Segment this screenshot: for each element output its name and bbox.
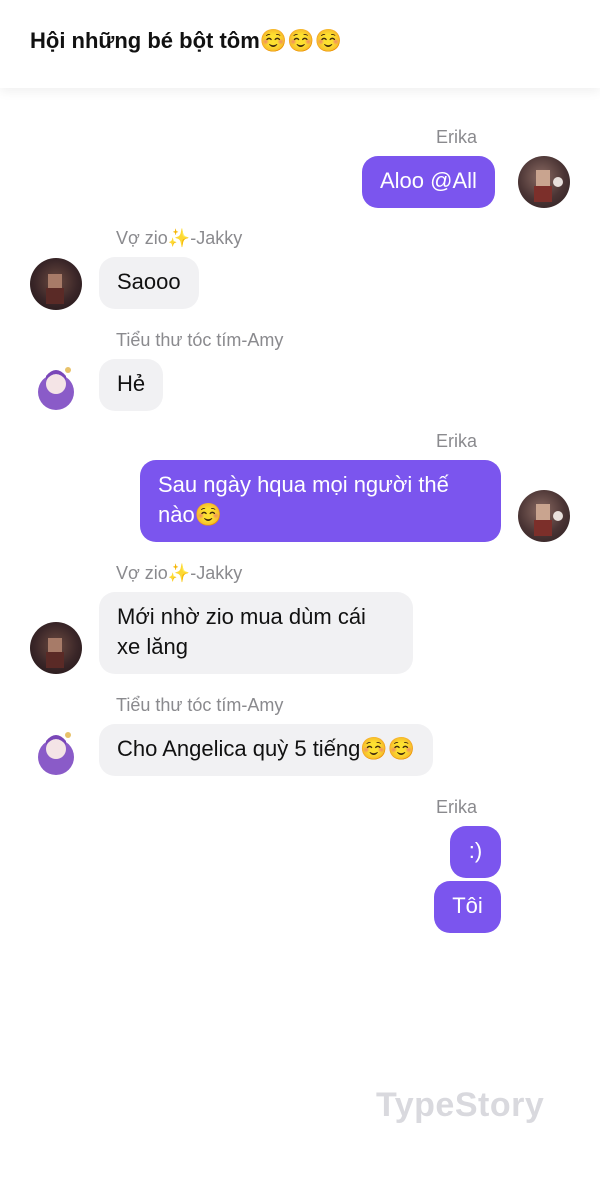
avatar-image	[46, 638, 64, 668]
avatar-jakky[interactable]	[30, 622, 82, 674]
message-line: xe lăng	[117, 634, 188, 659]
message-bubble[interactable]: Aloo @All	[362, 156, 495, 208]
avatar-image	[534, 170, 563, 202]
sender-name: Erika	[436, 797, 478, 817]
avatar-amy[interactable]	[30, 360, 82, 412]
avatar-image	[46, 274, 64, 304]
sender-name: Erika	[436, 127, 478, 147]
message-bubble[interactable]: Cho Angelica quỳ 5 tiếng☺️☺️	[99, 724, 434, 776]
chat-header: Hội những bé bột tôm☺️☺️☺️	[0, 0, 600, 88]
avatar-image	[38, 367, 74, 410]
message-bubble[interactable]: Tôi	[434, 881, 501, 933]
message-line: nào☺️	[158, 502, 223, 527]
message-bubble[interactable]: Saooo	[99, 257, 199, 309]
message-bubble[interactable]: Hẻ	[99, 359, 164, 411]
avatar-amy[interactable]	[30, 725, 82, 777]
message-bubble[interactable]: Mới nhờ zio mua dùm cái xe lăng	[99, 592, 413, 674]
sender-name: Vợ zio✨-Jakky	[116, 228, 243, 248]
avatar-erika[interactable]	[518, 156, 570, 208]
avatar-jakky[interactable]	[30, 258, 82, 310]
avatar-image	[38, 732, 74, 775]
sender-name: Erika	[436, 431, 478, 451]
message-bubble[interactable]: Sau ngày hqua mọi người thế nào☺️	[140, 460, 501, 542]
watermark-logo: TypeStory	[376, 1086, 545, 1124]
message-bubble[interactable]: :)	[450, 826, 501, 878]
avatar-erika[interactable]	[518, 490, 570, 542]
sender-name: Tiểu thư tóc tím-Amy	[116, 330, 284, 350]
sender-name: Tiểu thư tóc tím-Amy	[116, 695, 284, 715]
sender-name: Vợ zio✨-Jakky	[116, 563, 243, 583]
avatar-image	[534, 504, 563, 536]
message-line: Mới nhờ zio mua dùm cái	[117, 604, 366, 629]
message-line: Sau ngày hqua mọi người thế	[158, 472, 449, 497]
group-title: Hội những bé bột tôm☺️☺️☺️	[30, 28, 342, 53]
